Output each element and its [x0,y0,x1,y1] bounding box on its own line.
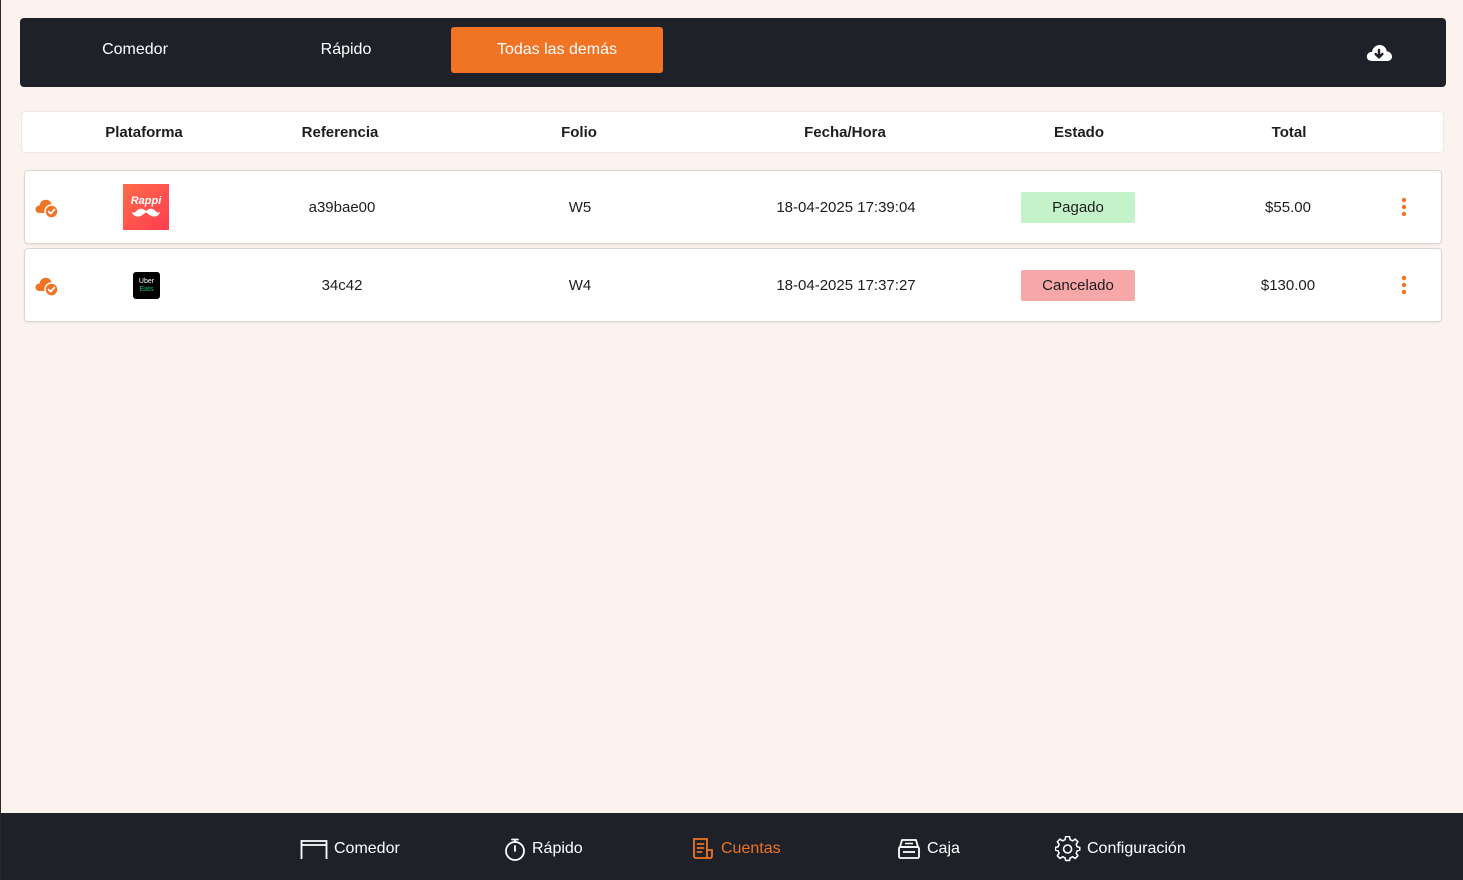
cell-folio: W5 [568,198,592,216]
eats-logo-text: Eats [139,285,154,293]
nav-comedor-label: Comedor [334,840,400,857]
nav-cuentas-label: Cuentas [721,840,781,857]
receipt-icon [693,838,713,859]
status-badge: Cancelado [1021,269,1135,301]
nav-rapido-label: Rápido [532,840,583,857]
table-row[interactable]: Uber Eats 34c42 W4 18-04-2025 17:37:27 C… [24,248,1442,322]
cell-referencia: a39bae00 [308,198,376,216]
uber-logo-text: Uber [138,277,155,285]
more-options-button[interactable] [1394,195,1414,219]
kebab-menu-icon [1401,197,1407,217]
cloud-check-icon [35,199,59,219]
header-folio: Folio [561,123,597,141]
more-options-button[interactable] [1394,273,1414,297]
status-badge: Pagado [1021,191,1135,223]
cloud-check-icon [35,277,59,297]
tab-rapido[interactable]: Rápido [260,27,432,73]
kebab-menu-icon [1401,275,1407,295]
cell-referencia: 34c42 [321,276,363,294]
tab-todas-las-demas[interactable]: Todas las demás [451,27,663,73]
top-tab-bar: Comedor Rápido Todas las demás [20,18,1446,87]
cell-estado: Cancelado [1021,249,1135,321]
nav-configuracion-label: Configuración [1087,840,1186,857]
nav-rapido[interactable]: Rápido [504,835,583,863]
nav-configuracion[interactable]: Configuración [1055,835,1186,863]
cell-total: $55.00 [1265,198,1311,216]
header-plataforma: Plataforma [105,123,183,141]
tab-comedor[interactable]: Comedor [49,27,221,73]
stopwatch-icon [505,838,525,861]
table-icon [300,840,328,859]
table-row[interactable]: Rappi a39bae00 W5 18-04-2025 17:39:04 Pa… [24,170,1442,244]
gear-icon [1055,836,1081,862]
cell-folio: W4 [568,276,592,294]
mustache-icon [132,208,160,217]
table-header: Plataforma Referencia Folio Fecha/Hora E… [22,112,1443,152]
header-fecha-hora: Fecha/Hora [804,123,886,141]
header-total: Total [1271,123,1307,141]
uber-eats-logo: Uber Eats [133,272,160,299]
nav-caja[interactable]: Caja [897,835,960,863]
rappi-logo-text: Rappi [130,195,162,207]
app-frame: Comedor Rápido Todas las demás Plataform… [0,0,1463,880]
rappi-logo: Rappi [123,184,169,230]
nav-cuentas[interactable]: Cuentas [691,835,781,863]
cell-fecha-hora: 18-04-2025 17:37:27 [776,276,916,294]
cell-estado: Pagado [1021,171,1135,243]
download-button[interactable] [1364,40,1394,66]
nav-caja-label: Caja [927,840,960,857]
header-estado: Estado [1053,123,1104,141]
header-referencia: Referencia [301,123,379,141]
nav-comedor[interactable]: Comedor [300,835,400,863]
cloud-download-icon [1366,45,1392,61]
cell-total: $130.00 [1260,276,1316,294]
cell-fecha-hora: 18-04-2025 17:39:04 [776,198,916,216]
bottom-nav-bar: Comedor Rápido Cuentas Caja Configuració… [1,813,1463,880]
cash-register-icon [898,839,920,859]
